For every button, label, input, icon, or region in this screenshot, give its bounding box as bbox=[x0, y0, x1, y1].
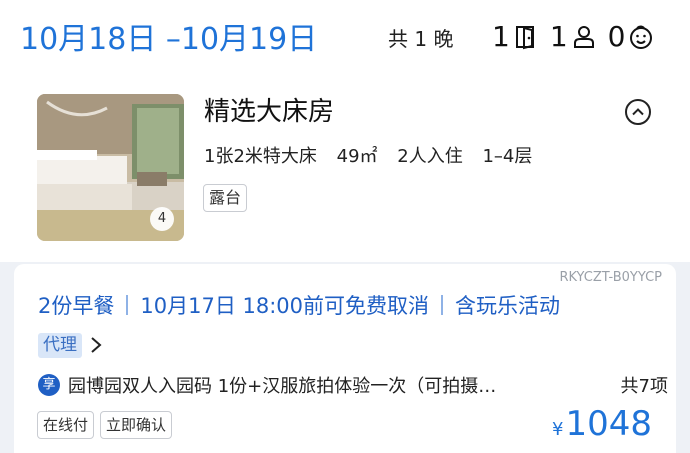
guest-selector[interactable]: 1 1 0 bbox=[492, 18, 665, 56]
rate-highlights: 2份早餐 10月17日 18:00前可免费取消 含玩乐活动 bbox=[38, 288, 560, 322]
child-icon bbox=[627, 23, 655, 51]
package-perk-row[interactable]: 享 园博园双人入园码 1份+汉服旅拍体验一次（可拍摄… 共7项 bbox=[38, 370, 668, 400]
rate-plan-card[interactable]: RKYCZT-B0YYCP 2份早餐 10月17日 18:00前可免费取消 含玩… bbox=[14, 264, 676, 453]
agent-row[interactable]: 代理 bbox=[38, 332, 104, 358]
occupancy-spec: 2人入住 bbox=[397, 146, 463, 167]
area-spec: 49㎡ bbox=[336, 146, 378, 167]
stay-summary-header: 10月18日 –10月19日 共 1 晚 1 1 0 bbox=[0, 0, 690, 78]
nights-count: 共 1 晚 bbox=[388, 27, 454, 51]
adults-count: 1 bbox=[549, 20, 568, 53]
offer-tags: 在线付 立即确认 bbox=[37, 411, 178, 439]
date-range[interactable]: 10月18日 –10月19日 bbox=[20, 20, 317, 60]
chevron-right-icon[interactable] bbox=[88, 334, 104, 356]
bed-spec: 1张2米特大床 bbox=[204, 146, 317, 167]
perk-count[interactable]: 共7项 bbox=[621, 372, 668, 398]
divider bbox=[126, 295, 129, 315]
terrace-tag: 露台 bbox=[203, 184, 248, 212]
currency-symbol: ¥ bbox=[552, 419, 564, 440]
price-value: 1048 bbox=[565, 404, 652, 444]
perk-description: 园博园双人入园码 1份+汉服旅拍体验一次（可拍摄… bbox=[68, 376, 497, 397]
chevron-up-circle-icon[interactable] bbox=[624, 98, 652, 126]
agent-badge: 代理 bbox=[38, 332, 82, 358]
room-specs: 1张2米特大床 49㎡ 2人入住 1–4层 bbox=[204, 142, 532, 172]
person-icon bbox=[570, 23, 598, 51]
perk-badge-icon: 享 bbox=[38, 374, 60, 396]
room-photo[interactable]: 4 bbox=[37, 94, 184, 241]
divider bbox=[441, 295, 444, 315]
breakfast-highlight: 2份早餐 bbox=[38, 294, 115, 318]
price: ¥ 1048 bbox=[552, 402, 652, 446]
rooms-count: 1 bbox=[492, 20, 510, 53]
rate-code: RKYCZT-B0YYCP bbox=[559, 270, 662, 285]
door-icon bbox=[512, 23, 540, 51]
photo-count-badge: 4 bbox=[150, 207, 174, 231]
cancellation-highlight: 10月17日 18:00前可免费取消 bbox=[140, 294, 430, 318]
activity-highlight: 含玩乐活动 bbox=[455, 294, 561, 318]
room-name: 精选大床房 bbox=[204, 97, 335, 127]
children-count: 0 bbox=[607, 20, 626, 53]
room-card[interactable]: 4 精选大床房 1张2米特大床 49㎡ 2人入住 1–4层 露台 bbox=[0, 78, 690, 262]
instant-confirm-tag: 立即确认 bbox=[100, 411, 173, 439]
floor-spec: 1–4层 bbox=[482, 146, 533, 167]
online-pay-tag: 在线付 bbox=[37, 411, 95, 439]
